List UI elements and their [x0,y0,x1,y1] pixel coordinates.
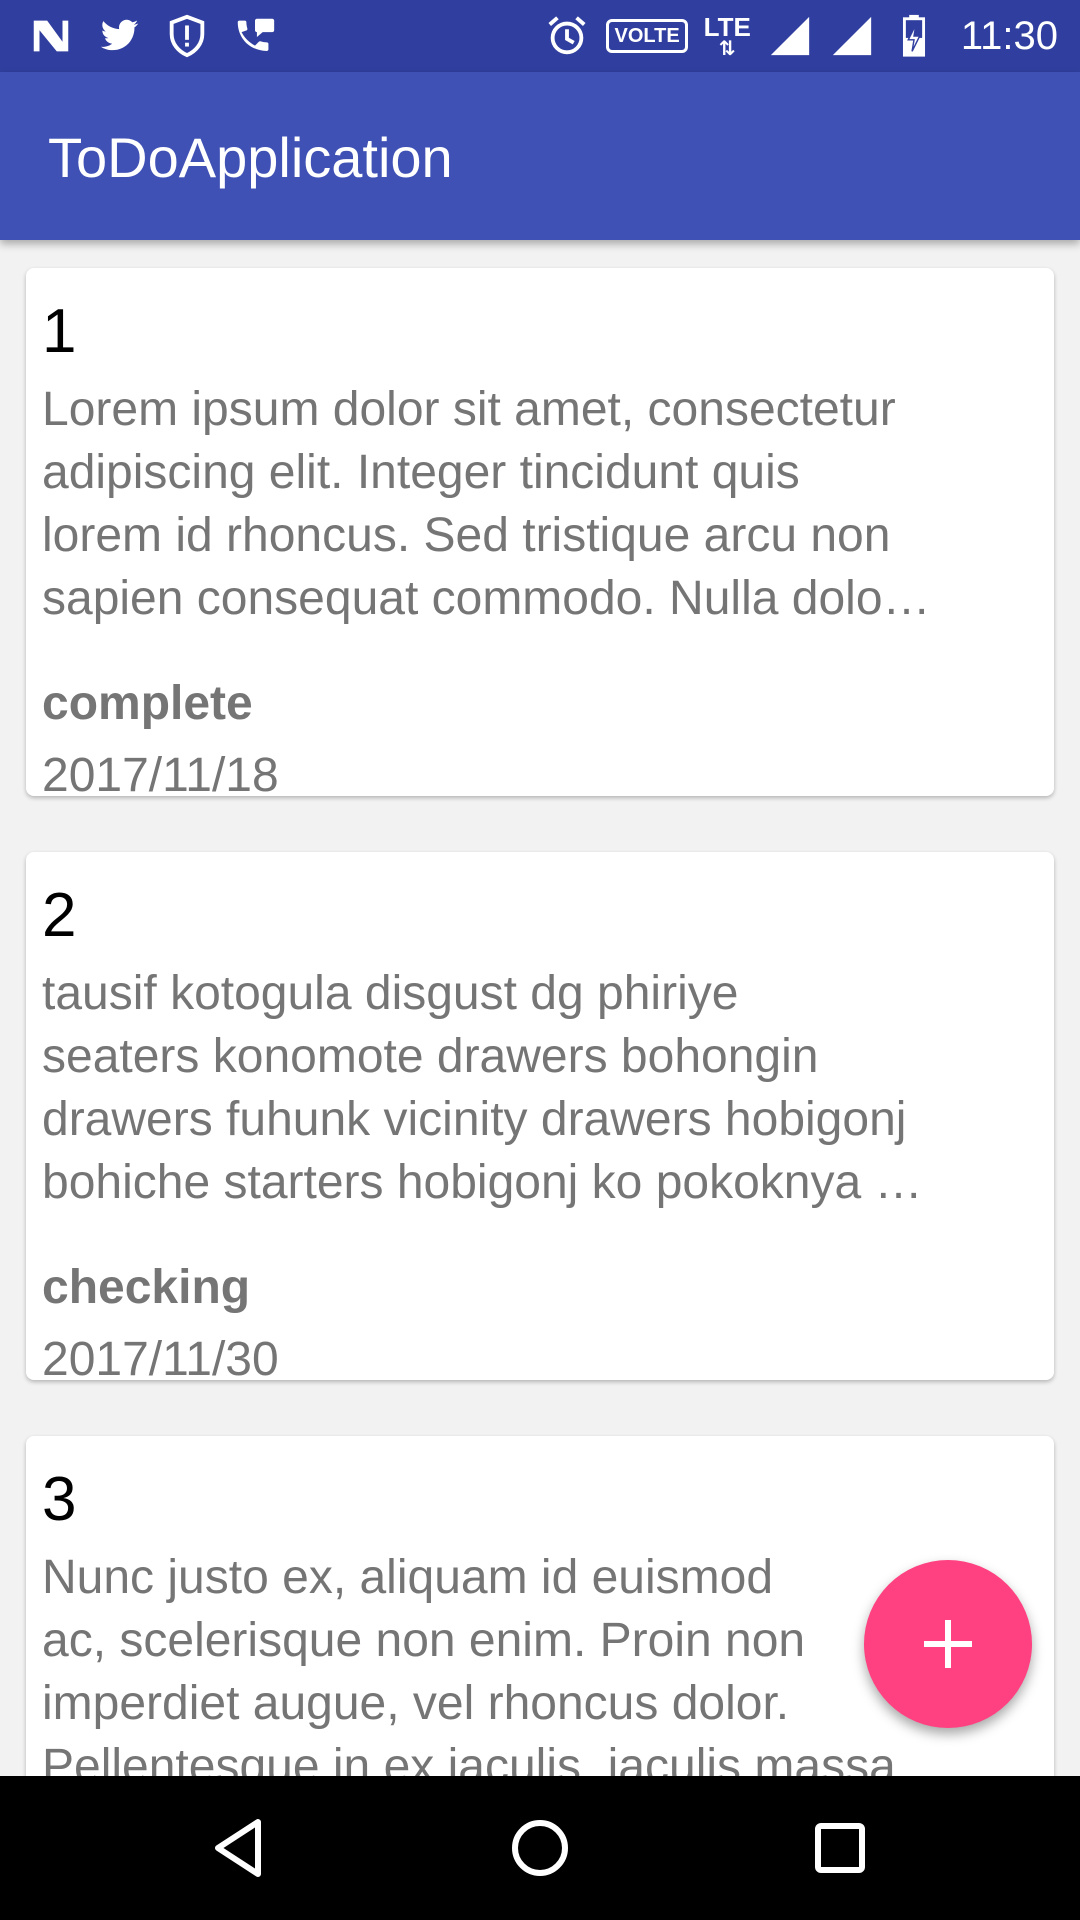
todo-description: Lorem ipsum dolor sit amet, consectetur … [42,378,1042,630]
app-title: ToDoApplication [48,126,453,189]
back-icon[interactable] [204,1812,276,1884]
phone-chat-icon [237,18,275,51]
clock: 11:30 [960,14,1058,58]
system-icons: VOLTE LTE ⇅ 11:30 [544,12,1058,60]
home-icon[interactable] [504,1812,576,1884]
todo-description-line: drawers fuhunk vicinity drawers hobigonj [42,1093,907,1146]
n-icon [33,20,69,52]
todo-list[interactable]: 1 Lorem ipsum dolor sit amet, consectetu… [0,240,1080,1776]
app-bar: ToDoApplication [0,72,1080,240]
signal-strength-icon [770,16,810,56]
recents-icon[interactable] [804,1812,876,1884]
status-bar: VOLTE LTE ⇅ 11:30 [0,0,1080,72]
todo-number: 3 [42,1465,77,1534]
signal-strength-2-icon [832,16,872,56]
battery-charging-icon [902,14,925,57]
todo-description-line: seaters konomote drawers bohongin [42,1030,819,1083]
navigation-bar [0,1776,1080,1920]
todo-description-line: sapien consequat commodo. Nulla dolo… [42,572,931,625]
plus-icon [924,1620,972,1668]
todo-description: tausif kotogula disgust dg phiriye seate… [42,962,1042,1214]
todo-number: 1 [42,297,77,366]
todo-description-line: bohiche starters hobigonj ko pokoknya … [42,1156,923,1209]
todo-status: complete [42,677,253,730]
todo-date: 2017/11/18 [42,749,279,802]
todo-date: 2017/11/30 [42,1333,279,1386]
shield-alert-icon [169,14,205,58]
lte-indicator: LTE ⇅ [703,12,751,60]
add-todo-button[interactable] [864,1560,1032,1728]
data-arrows-icon: ⇅ [718,38,736,60]
volte-badge: VOLTE [606,19,688,53]
todo-number: 2 [42,881,77,950]
twitter-icon [100,19,139,51]
todo-card-2[interactable]: 2 tausif kotogula disgust dg phiriye sea… [26,852,1054,1386]
todo-description-line: Lorem ipsum dolor sit amet, consectetur [42,383,896,436]
todo-description-line: adipiscing elit. Integer tincidunt quis [42,446,800,499]
todo-description-line: Pellentesque in ex iaculis, iaculis mass… [42,1740,896,1776]
notification-icons [28,12,278,60]
todo-status: checking [42,1261,251,1314]
todo-description-line: tausif kotogula disgust dg phiriye [42,967,739,1020]
alarm-clock-icon [548,16,586,55]
todo-description-line: lorem id rhoncus. Sed tristique arcu non [42,509,891,562]
todo-card-1[interactable]: 1 Lorem ipsum dolor sit amet, consectetu… [26,268,1054,802]
lte-label: LTE [703,12,751,42]
